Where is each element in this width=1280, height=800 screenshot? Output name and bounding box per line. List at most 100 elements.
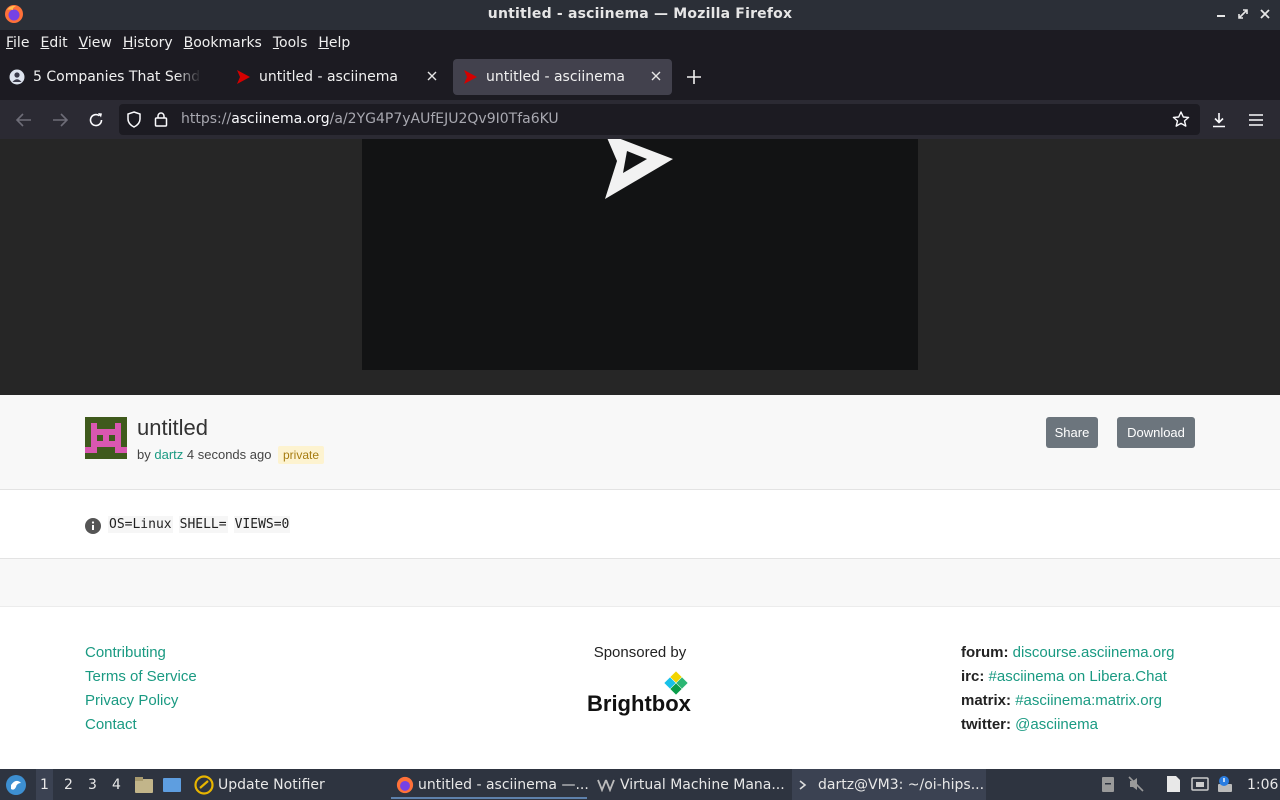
url-prefix: https:// xyxy=(181,111,232,127)
tab-label: untitled - asciinema xyxy=(486,69,626,85)
active-task-indicator xyxy=(391,797,587,799)
file-manager-icon[interactable] xyxy=(134,769,154,800)
workspace-3[interactable]: 3 xyxy=(88,769,97,800)
environment-info: OS=Linux SHELL= VIEWS=0 xyxy=(0,490,1280,559)
share-button[interactable]: Share xyxy=(1046,417,1098,448)
taskbar: 1 2 3 4 Update Notifier untitled - ascii… xyxy=(0,769,1280,800)
network-icon[interactable] xyxy=(1191,775,1209,793)
reload-icon[interactable] xyxy=(86,110,106,130)
contact-forum: forum: discourse.asciinema.org xyxy=(961,644,1174,668)
forward-arrow-icon[interactable] xyxy=(50,110,70,130)
contact-irc: irc: #asciinema on Libera.Chat xyxy=(961,668,1174,692)
tab-strip: 5 Companies That Send Free Stuff untitle… xyxy=(0,55,1280,100)
close-tab-icon[interactable] xyxy=(424,68,440,84)
close-tab-icon[interactable] xyxy=(648,68,664,84)
person-icon xyxy=(9,69,25,85)
spacer-band xyxy=(0,559,1280,607)
download-icon[interactable] xyxy=(1209,110,1229,130)
mute-icon[interactable] xyxy=(1127,775,1145,793)
recording-title: untitled xyxy=(137,415,208,440)
update-notifier-label: Update Notifier xyxy=(218,776,325,793)
env-shell: SHELL= xyxy=(178,516,228,533)
window-titlebar: untitled - asciinema — Mozilla Firefox xyxy=(0,0,1280,30)
new-tab-plus-icon[interactable] xyxy=(684,67,704,87)
bookmark-star-icon[interactable] xyxy=(1172,111,1190,132)
private-badge: private xyxy=(278,446,325,464)
play-logo-icon[interactable] xyxy=(603,139,675,201)
irc-link[interactable]: #asciinema on Libera.Chat xyxy=(989,668,1167,685)
virt-manager-icon xyxy=(597,779,615,792)
firefox-logo-icon xyxy=(396,776,414,793)
download-button[interactable]: Download xyxy=(1117,417,1195,448)
asciinema-player[interactable] xyxy=(362,139,918,370)
page-content: untitled by dartz 4 seconds ago private … xyxy=(0,139,1280,769)
sponsored-by-label: Sponsored by xyxy=(593,644,687,661)
sponsor-name: Brightbox xyxy=(587,691,692,716)
workspace-1[interactable]: 1 xyxy=(36,769,53,800)
tab-asciinema-1[interactable]: untitled - asciinema xyxy=(226,59,448,95)
menu-help[interactable]: Help xyxy=(318,35,350,51)
task-virt-manager[interactable]: Virtual Machine Mana... xyxy=(597,769,785,800)
hamburger-menu-icon[interactable] xyxy=(1246,110,1266,130)
menu-file[interactable]: File xyxy=(6,35,29,51)
author-link[interactable]: dartz xyxy=(154,447,183,462)
back-arrow-icon[interactable] xyxy=(14,110,34,130)
footer-link-contact[interactable]: Contact xyxy=(85,716,197,740)
lock-icon[interactable] xyxy=(154,111,168,131)
matrix-link[interactable]: #asciinema:matrix.org xyxy=(1015,692,1162,709)
window-title: untitled - asciinema — Mozilla Firefox xyxy=(487,6,793,22)
url-host: asciinema.org xyxy=(231,111,330,127)
workspace-2[interactable]: 2 xyxy=(64,769,73,800)
notification-icon[interactable] xyxy=(1216,775,1234,793)
menu-bookmarks[interactable]: Bookmarks xyxy=(184,35,262,51)
contact-twitter: twitter: @asciinema xyxy=(961,716,1174,740)
time-ago: 4 seconds ago xyxy=(186,447,272,462)
footer-link-contributing[interactable]: Contributing xyxy=(85,644,197,668)
asciinema-icon xyxy=(235,69,251,85)
twitter-link[interactable]: @asciinema xyxy=(1015,716,1098,733)
tab-companies[interactable]: 5 Companies That Send Free Stuff xyxy=(0,59,222,95)
terminal-icon xyxy=(799,779,807,790)
url-bar[interactable]: https://asciinema.org/a/2YG4P7yAUfEJU2Qv… xyxy=(119,104,1200,135)
task-label: Virtual Machine Mana... xyxy=(620,776,785,793)
contact-matrix: matrix: #asciinema:matrix.org xyxy=(961,692,1174,716)
task-label: untitled - asciinema —... xyxy=(418,776,589,793)
task-firefox[interactable]: untitled - asciinema —... xyxy=(396,769,589,800)
desktop-icon[interactable] xyxy=(162,769,182,800)
brightbox-logo[interactable]: Brightbox xyxy=(586,671,698,717)
url-text[interactable]: https://asciinema.org/a/2YG4P7yAUfEJU2Qv… xyxy=(181,111,559,127)
byline-prefix: by xyxy=(137,447,151,462)
menu-tools[interactable]: Tools xyxy=(273,35,308,51)
env-values: OS=Linux SHELL= VIEWS=0 xyxy=(108,516,296,533)
task-terminal[interactable]: dartz@VM3: ~/oi-hips... xyxy=(792,769,986,800)
update-notifier[interactable]: Update Notifier xyxy=(194,769,325,800)
tab-label: untitled - asciinema xyxy=(259,69,399,85)
close-window-icon[interactable] xyxy=(1258,6,1272,22)
asciinema-icon xyxy=(462,69,478,85)
shield-icon[interactable] xyxy=(126,111,142,132)
url-path: /a/2YG4P7yAUfEJU2Qv9I0Tfa6KU xyxy=(329,111,559,127)
tab-asciinema-2[interactable]: untitled - asciinema xyxy=(453,59,672,95)
tab-label: 5 Companies That Send Free Stuff xyxy=(33,69,201,85)
clipboard-icon[interactable] xyxy=(1099,775,1117,793)
footer-link-privacy[interactable]: Privacy Policy xyxy=(85,692,197,716)
recording-header: untitled by dartz 4 seconds ago private … xyxy=(0,395,1280,490)
forum-link[interactable]: discourse.asciinema.org xyxy=(1013,644,1175,661)
restore-icon[interactable] xyxy=(1236,6,1250,22)
footer-contacts: forum: discourse.asciinema.org irc: #asc… xyxy=(961,644,1174,740)
contact-label: twitter: xyxy=(961,716,1011,733)
menu-view[interactable]: View xyxy=(79,35,112,51)
info-icon xyxy=(85,518,101,534)
menu-history[interactable]: History xyxy=(123,35,173,51)
env-os: OS=Linux xyxy=(108,516,173,533)
env-views: VIEWS=0 xyxy=(233,516,291,533)
menu-edit[interactable]: Edit xyxy=(40,35,67,51)
notes-icon[interactable] xyxy=(1164,775,1182,793)
contact-label: irc: xyxy=(961,668,985,685)
start-menu-icon[interactable] xyxy=(5,769,27,800)
footer-link-terms[interactable]: Terms of Service xyxy=(85,668,197,692)
footer: Contributing Terms of Service Privacy Po… xyxy=(0,607,1280,769)
minimize-icon[interactable] xyxy=(1214,6,1228,22)
avatar[interactable] xyxy=(85,417,127,459)
workspace-4[interactable]: 4 xyxy=(112,769,121,800)
